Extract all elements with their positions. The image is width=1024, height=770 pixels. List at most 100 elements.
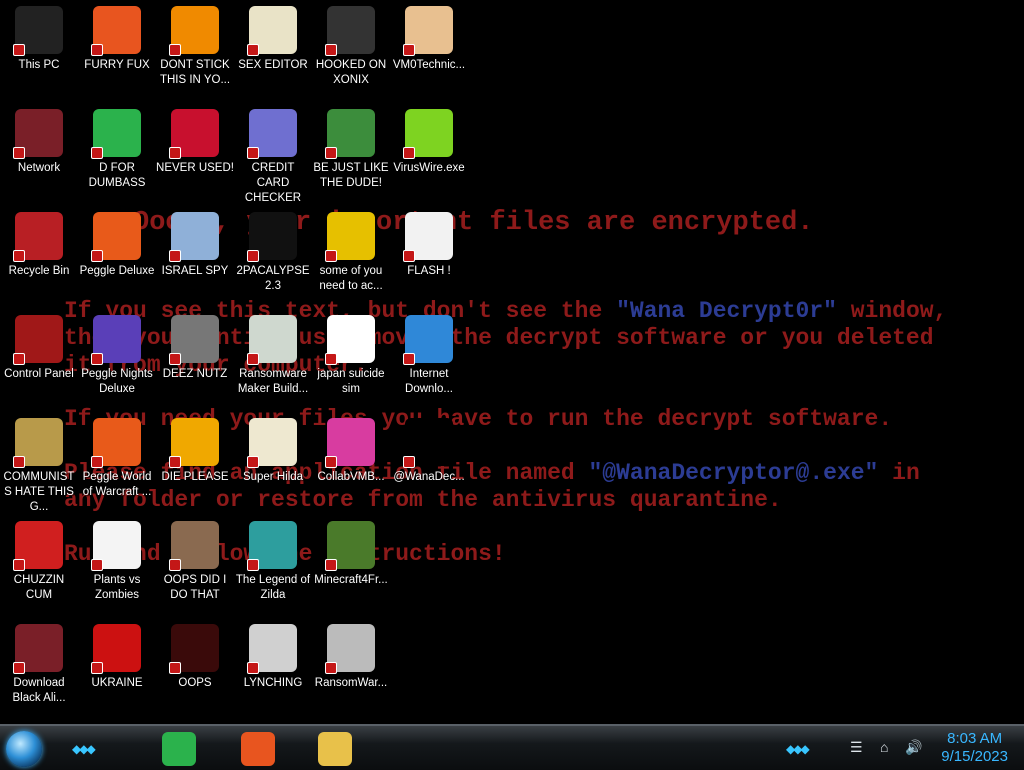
desktop-icon[interactable]: Network [0,103,78,199]
desktop-icon-label: VM0Technic... [392,59,466,71]
desktop-icon[interactable]: japan suicide sim [312,309,390,405]
shortcut-overlay-icon [169,456,181,468]
desktop-icon[interactable]: some of you need to ac... [312,206,390,302]
file-explorer-icon[interactable] [318,732,352,766]
desktop-icon[interactable]: LYNCHING [234,618,312,714]
desktop-icon[interactable]: CollabVMB... [312,412,390,508]
desktop-icon-label: This PC [18,59,60,71]
desktop-icon[interactable]: FLASH ! [390,206,468,302]
show-desktop-icon[interactable]: ☰ [850,739,863,756]
desktop-icon[interactable]: DEEZ NUTZ [156,309,234,405]
desktop-icon-label: Ransomware Maker Build... [237,368,309,395]
desktop-icon-label: Super Hilda [242,471,304,483]
shortcut-overlay-icon [91,44,103,56]
flash-file-icon [403,212,453,262]
desktop-icon[interactable]: D FOR DUMBASS [78,103,156,199]
desktop-icon[interactable]: Download Black Ali... [0,618,78,714]
desktop-icon[interactable]: FURRY FUX [78,0,156,96]
desktop-icon[interactable]: Control Panel [0,309,78,405]
desktop-icon[interactable]: ISRAEL SPY [156,206,234,302]
desktop-icon-label: Recycle Bin [8,265,70,277]
desktop-icon[interactable]: Peggle Deluxe [78,206,156,302]
firefox-icon [91,6,141,56]
portrait-icon [169,521,219,571]
firefox-icon[interactable] [241,732,275,766]
desktop-icon-label: some of you need to ac... [319,265,383,292]
desktop-icon-label: COMMUNISTS HATE THIS G... [3,471,75,513]
shortcut-overlay-icon [325,250,337,262]
desktop-icon-label: D FOR DUMBASS [88,162,146,189]
desktop-icon[interactable]: Internet Downlo... [390,309,468,405]
desktop-icon[interactable]: NEVER USED! [156,103,234,199]
vlc-cone-icon [169,6,219,56]
desktop-icon[interactable]: CHUZZIN CUM [0,515,78,611]
feedly-icon [91,109,141,159]
pixel-hero-icon [247,521,297,571]
desktop-icon[interactable]: VM0Technic... [390,0,468,96]
de-letters-icon [169,418,219,468]
feedly-icon[interactable] [162,732,196,766]
desktop-icon[interactable]: The Legend of Zilda [234,515,312,611]
shortcut-overlay-icon [13,456,25,468]
control-panel-icon [13,315,63,365]
desktop-icon-label: DONT STICK THIS IN YO... [159,59,231,86]
desktop-icon[interactable]: This PC [0,0,78,96]
desktop-icon[interactable]: UKRAINE [78,618,156,714]
start-button[interactable] [6,731,42,767]
clock[interactable]: 8:03 AM 9/15/2023 [941,730,1008,766]
desktop-icon-label: FURRY FUX [84,59,150,71]
elf-icon [325,109,375,159]
desktop-icon[interactable]: Minecraft4Fr... [312,515,390,611]
desktop-icon-label: VirusWire.exe [393,162,465,174]
desktop-icon[interactable]: HOOKED ON XONIX [312,0,390,96]
desktop-icon[interactable]: 2PACALYPSE 2.3 [234,206,312,302]
desktop-icon[interactable]: CREDIT CARD CHECKER [234,103,312,204]
desktop-icon[interactable]: VirusWire.exe [390,103,468,199]
desktop-icon-label: CHUZZIN CUM [13,574,65,601]
shortcut-overlay-icon [169,353,181,365]
desktop-icon[interactable]: DONT STICK THIS IN YO... [156,0,234,96]
desktop-icon[interactable]: BE JUST LIKE THE DUDE! [312,103,390,199]
desktop-icon[interactable]: DIE PLEASE [156,412,234,508]
flower-icon [91,521,141,571]
desktop-icon[interactable]: @WanaDec... [390,412,468,508]
volume-tray-icon[interactable]: 🔊 [905,739,922,756]
desktop-icon-label: Peggle Nights Deluxe [81,368,153,395]
desktop-icon[interactable]: OOPS [156,618,234,714]
shortcut-overlay-icon [91,662,103,674]
desktop-icon-label: japan suicide sim [317,368,385,395]
taskbar-decoration-left: ◆◆◆ [72,742,96,756]
shortcut-overlay-icon [91,250,103,262]
desktop-icon[interactable]: Ransomware Maker Build... [234,309,312,405]
desktop-icon[interactable]: Peggle World of Warcraft ... [78,412,156,508]
desktop-icon[interactable]: OOPS DID I DO THAT [156,515,234,611]
desktop-icon[interactable]: Super Hilda [234,412,312,508]
desktop-icon-label: CREDIT CARD CHECKER [244,162,302,204]
pixel-character-icon [247,418,297,468]
credit-card-icon [247,109,297,159]
shortcut-overlay-icon [403,44,415,56]
shortcut-overlay-icon [13,353,25,365]
shortcut-overlay-icon [169,559,181,571]
desktop-icon[interactable]: Recycle Bin [0,206,78,302]
taskbar-decoration-right: ◆◆◆ [786,742,810,756]
shortcut-overlay-icon [247,250,259,262]
shortcut-overlay-icon [247,147,259,159]
shortcut-overlay-icon [169,44,181,56]
desktop-icon[interactable]: COMMUNISTS HATE THIS G... [0,412,78,513]
wana-decryptor-icon [403,418,453,468]
spy-network-icon [169,212,219,262]
desktop-icon[interactable]: Peggle Nights Deluxe [78,309,156,405]
stacked-windows-icon [169,315,219,365]
shortcut-overlay-icon [403,353,415,365]
shortcut-overlay-icon [169,250,181,262]
network-tray-icon[interactable]: ⌂ [880,739,888,755]
desktop-icon[interactable]: RansomWar... [312,618,390,714]
desktop-icon-label: Peggle Deluxe [79,265,155,277]
radiation-icon [91,624,141,674]
desktop-icon[interactable]: Plants vs Zombies [78,515,156,611]
shortcut-overlay-icon [403,456,415,468]
network-orb-icon [13,109,63,159]
desktop-icon-label: Network [17,162,61,174]
desktop-icon[interactable]: SEX EDITOR [234,0,312,96]
